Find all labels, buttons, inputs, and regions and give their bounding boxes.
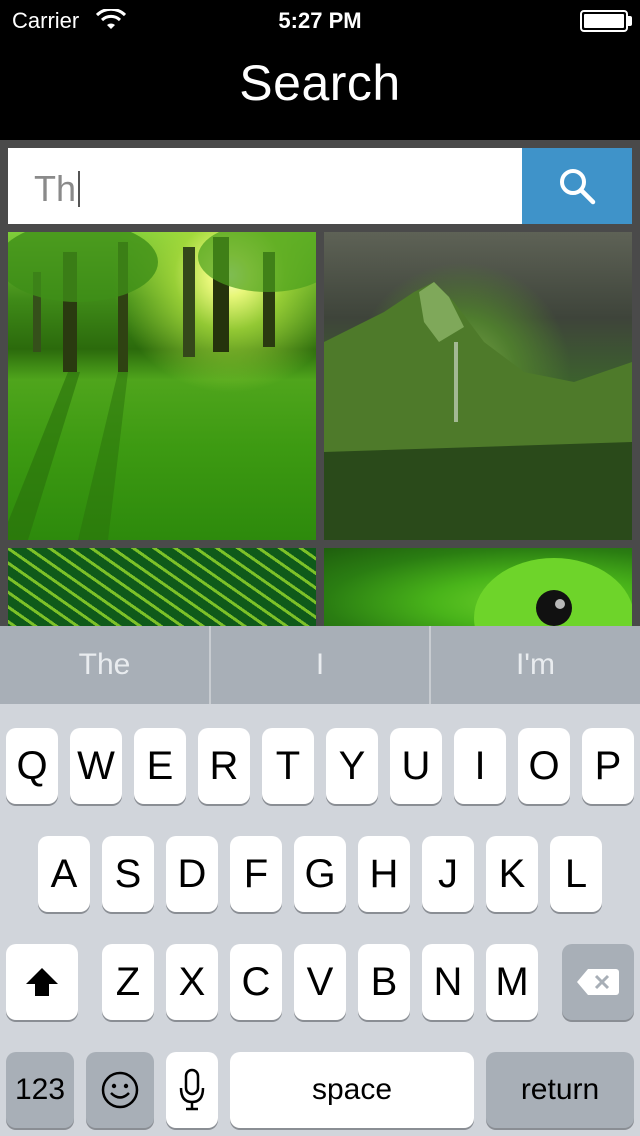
keyboard: The I I'm Q W E R T Y U I O P A S D F G … — [0, 626, 640, 1136]
key-k[interactable]: K — [486, 836, 538, 912]
smiley-icon — [101, 1071, 139, 1109]
top-bar: Carrier 5:27 PM Search — [0, 0, 640, 140]
key-g[interactable]: G — [294, 836, 346, 912]
suggestion-2[interactable]: I — [211, 626, 429, 704]
mountain-graphic — [324, 282, 632, 540]
key-d[interactable]: D — [166, 836, 218, 912]
forest-sunlight-image[interactable] — [8, 232, 316, 540]
shift-key[interactable] — [6, 944, 78, 1020]
status-time: 5:27 PM — [278, 8, 362, 33]
search-button[interactable] — [522, 148, 632, 224]
suggestion-3[interactable]: I'm — [431, 626, 640, 704]
key-l[interactable]: L — [550, 836, 602, 912]
delete-key[interactable] — [562, 944, 634, 1020]
battery-tip — [628, 16, 632, 26]
microphone-icon — [179, 1068, 205, 1111]
key-w[interactable]: W — [70, 728, 122, 804]
status-bar: Carrier 5:27 PM — [0, 0, 640, 40]
key-h[interactable]: H — [358, 836, 410, 912]
key-p[interactable]: P — [582, 728, 634, 804]
key-y[interactable]: Y — [326, 728, 378, 804]
forest-trees-graphic — [8, 232, 316, 540]
key-b[interactable]: B — [358, 944, 410, 1020]
key-v[interactable]: V — [294, 944, 346, 1020]
key-j[interactable]: J — [422, 836, 474, 912]
key-t[interactable]: T — [262, 728, 314, 804]
key-s[interactable]: S — [102, 836, 154, 912]
key-o[interactable]: O — [518, 728, 570, 804]
numbers-key[interactable]: 123 — [6, 1052, 74, 1128]
green-mountain-image[interactable] — [324, 232, 632, 540]
suggestion-1[interactable]: The — [0, 626, 209, 704]
search-input[interactable]: Th — [8, 148, 522, 224]
battery-icon — [580, 10, 628, 32]
space-key[interactable]: space — [230, 1052, 474, 1128]
green-frog-image[interactable] — [324, 548, 632, 626]
key-m[interactable]: M — [486, 944, 538, 1020]
key-i[interactable]: I — [454, 728, 506, 804]
key-f[interactable]: F — [230, 836, 282, 912]
search-icon — [560, 169, 596, 205]
key-e[interactable]: E — [134, 728, 186, 804]
shift-arrow-icon — [26, 968, 58, 996]
key-r[interactable]: R — [198, 728, 250, 804]
key-u[interactable]: U — [390, 728, 442, 804]
dictation-key[interactable] — [166, 1052, 218, 1128]
text-caret — [78, 171, 81, 207]
search-content[interactable]: Th — [0, 140, 640, 626]
emoji-key[interactable] — [86, 1052, 154, 1128]
key-n[interactable]: N — [422, 944, 474, 1020]
search-bar: Th — [8, 148, 632, 224]
search-input-value: Th — [34, 168, 77, 209]
key-q[interactable]: Q — [6, 728, 58, 804]
suggestion-bar: The I I'm — [0, 626, 640, 704]
key-x[interactable]: X — [166, 944, 218, 1020]
backspace-icon — [577, 969, 619, 995]
key-z[interactable]: Z — [102, 944, 154, 1020]
frog-graphic — [474, 558, 632, 626]
return-key[interactable]: return — [486, 1052, 634, 1128]
page-title: Search — [239, 55, 401, 111]
circuit-board-image[interactable] — [8, 548, 316, 626]
key-a[interactable]: A — [38, 836, 90, 912]
key-c[interactable]: C — [230, 944, 282, 1020]
